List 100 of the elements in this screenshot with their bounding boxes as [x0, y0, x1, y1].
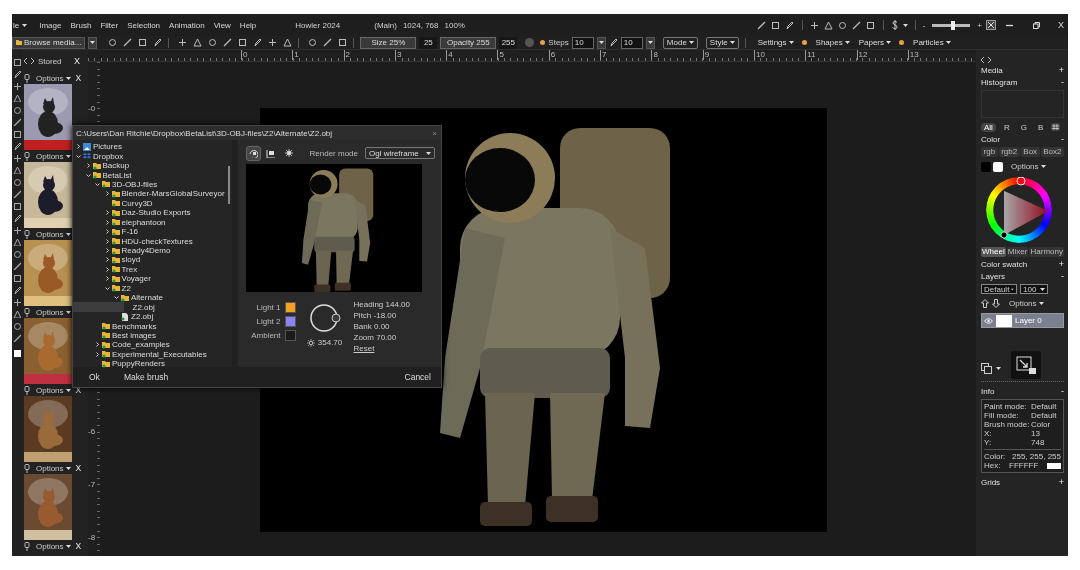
channel-button[interactable]: B [1034, 122, 1047, 132]
tab[interactable]: Harmony [1029, 247, 1064, 257]
tool-icon[interactable] [13, 226, 21, 234]
chevron-right-icon[interactable] [85, 163, 91, 169]
menu-item[interactable]: Brush [70, 20, 92, 30]
tool-icon[interactable] [178, 38, 188, 47]
toggle-button[interactable]: - [1061, 77, 1064, 87]
tree-item[interactable]: Experimental_Executables [73, 349, 228, 360]
dropdown-button[interactable] [596, 36, 606, 49]
pin-icon[interactable] [24, 385, 30, 395]
color-swatch[interactable] [993, 161, 1003, 172]
tree-item[interactable]: Pictures [73, 142, 228, 152]
pin-icon[interactable] [24, 73, 30, 83]
chevron-right-icon[interactable] [104, 257, 110, 263]
tool-icon[interactable] [13, 298, 21, 306]
pin-icon[interactable] [24, 151, 30, 161]
caret-icon[interactable] [996, 366, 1001, 370]
zoom-out-button[interactable]: - [922, 20, 926, 30]
color-circle-icon[interactable] [525, 38, 535, 47]
tab[interactable]: Wheel [981, 247, 1006, 257]
tree-item[interactable]: Voyager [73, 274, 228, 284]
eye-icon[interactable] [984, 317, 993, 324]
options-menu[interactable]: Options [36, 151, 71, 161]
panel-menu[interactable]: Settings [757, 38, 794, 47]
chevron-right-icon[interactable] [104, 276, 110, 282]
tree-item[interactable]: Alternate [73, 293, 228, 303]
pin-icon[interactable] [24, 307, 30, 317]
ok-button[interactable]: Ok [89, 372, 100, 382]
chevron-right-icon[interactable] [104, 238, 110, 244]
menu-item[interactable]: Animation [169, 20, 205, 30]
toolbar-icon[interactable] [823, 20, 834, 30]
panel-menu[interactable]: Shapes [815, 38, 850, 47]
close-button[interactable]: X [74, 56, 80, 66]
restore-icon[interactable] [1033, 21, 1040, 29]
channel-button[interactable]: G [1017, 122, 1030, 132]
chevron-down-icon[interactable] [104, 285, 110, 291]
copy-layer-icon[interactable] [981, 362, 993, 374]
menu-item[interactable]: Help [239, 20, 257, 30]
toolbar-icon[interactable] [770, 20, 781, 30]
tool-icon[interactable] [13, 82, 21, 90]
menu-item[interactable]: Filter [100, 20, 119, 30]
toggle-button[interactable]: + [1058, 65, 1064, 75]
chevron-right-icon[interactable] [104, 191, 110, 197]
tree-item[interactable]: Code_examples [73, 340, 228, 350]
toggle-button[interactable]: - [1061, 271, 1064, 281]
arrow-down-icon[interactable] [992, 298, 1000, 308]
tree-item[interactable]: sloyd [73, 255, 228, 265]
tree-item[interactable]: Best images [73, 330, 228, 341]
channel-button[interactable]: R [1000, 122, 1013, 132]
chevron-right-icon[interactable] [95, 351, 100, 357]
chevron-right-icon[interactable] [104, 210, 110, 216]
toggle-button[interactable]: + [1058, 477, 1064, 487]
blend-mode-dropdown[interactable]: Default [981, 284, 1017, 294]
slider-thumb[interactable] [951, 20, 956, 30]
close-button[interactable]: X [1058, 20, 1064, 30]
close-button[interactable]: X [75, 541, 82, 551]
tab[interactable]: Box [1020, 147, 1040, 157]
chevron-down-icon[interactable] [85, 172, 91, 178]
tree-item[interactable]: Daz-Studio Exports [73, 208, 228, 218]
tree-item[interactable]: F-16 [73, 226, 228, 237]
close-button[interactable]: X [75, 463, 82, 473]
dropdown-menu[interactable]: Style [705, 36, 739, 49]
tree-item[interactable]: Dropbox [73, 151, 228, 161]
options-menu[interactable]: Options [36, 307, 71, 317]
caret-icon[interactable] [22, 23, 28, 27]
options-menu[interactable]: Options [1011, 162, 1046, 171]
menu-item[interactable]: View [213, 20, 231, 30]
tree-item[interactable]: 3D-OBJ-files [73, 179, 228, 190]
tool-icon[interactable] [13, 154, 21, 162]
toolbar-icon[interactable] [809, 20, 820, 30]
tab[interactable]: Mixer [1006, 247, 1029, 257]
tree-item[interactable]: Backup [73, 160, 228, 171]
color-swatch[interactable] [13, 350, 21, 357]
opacity-field[interactable]: Opacity 255 [440, 36, 497, 49]
tree-item[interactable]: Ready4Demo [73, 245, 228, 256]
tree-item[interactable]: BetaList [73, 170, 228, 180]
options-menu[interactable]: Options [36, 463, 71, 473]
chevron-down-icon[interactable] [76, 153, 81, 159]
tree-item[interactable]: Z2 [73, 283, 228, 293]
grid-icon[interactable] [1051, 123, 1061, 131]
zoom-in-button[interactable]: + [977, 20, 982, 30]
tree-item[interactable]: Blender-MarsGlobalSurveyor [73, 189, 228, 199]
scrollbar-thumb[interactable] [227, 166, 230, 204]
tree-item[interactable]: Z2.obj [73, 311, 228, 322]
options-menu[interactable]: Options [36, 73, 71, 83]
tab[interactable]: rgb [981, 147, 998, 157]
toolbar-icon[interactable] [851, 20, 862, 30]
menu-item[interactable]: Selection [127, 20, 161, 30]
tree-item[interactable]: Trex [73, 264, 228, 275]
spacing-icon[interactable] [608, 38, 618, 47]
zoom-slider[interactable] [932, 23, 971, 27]
code-icon[interactable] [24, 57, 34, 65]
arrow-up-icon[interactable] [981, 298, 989, 308]
tree-item[interactable]: Benchmarks [73, 321, 228, 331]
color-swatch[interactable] [981, 161, 991, 172]
chevron-down-icon[interactable] [114, 295, 119, 301]
toggle-button[interactable]: - [1061, 134, 1064, 144]
tool-icon[interactable] [283, 38, 293, 47]
tab[interactable]: Box2 [1040, 147, 1064, 157]
tree-item[interactable]: PuppyRenders [73, 359, 228, 369]
